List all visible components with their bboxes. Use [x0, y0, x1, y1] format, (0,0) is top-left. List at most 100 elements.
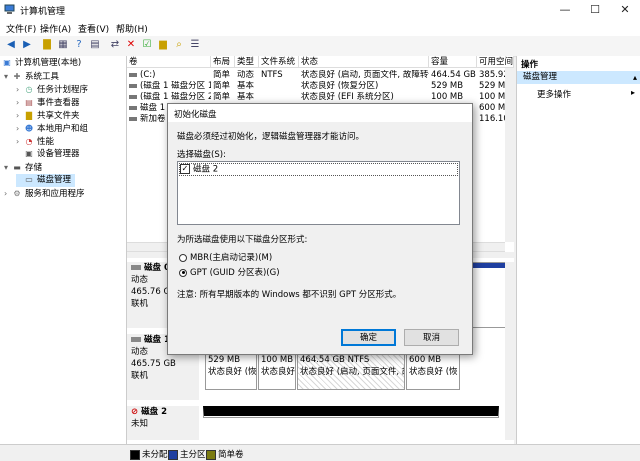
volume-icon [129, 106, 137, 110]
volume-row[interactable]: (C:) 简单 动态 NTFS 状态良好 (启动, 页面文件, 故障转储) 464.54 … [127, 70, 514, 81]
mbr-option[interactable]: MBR(主启动记录)(M) [179, 251, 272, 263]
mbr-radio[interactable] [179, 253, 187, 262]
checklist-icon[interactable]: ☑ [140, 38, 154, 52]
error-icon: ⊘ [131, 407, 139, 417]
volume-cell: NTFS [261, 70, 283, 80]
volume-cell: 简单 [213, 70, 231, 80]
tree-item-system-tools[interactable]: ▾ ✚ 系统工具 [4, 70, 59, 83]
volume-cell: 基本 [237, 92, 255, 102]
disk-icon: ▭ [25, 175, 33, 184]
disk-checkbox[interactable]: ✓ [180, 164, 190, 174]
navigation-tree: ▣ 计算机管理(本地) ▾ ✚ 系统工具 › ◷ 任务计划程序 › ▤ 事件查看器 › ▇ 共享文… [0, 56, 127, 444]
col-capacity[interactable]: 容量 [429, 56, 477, 68]
volume-cell: 简单 [213, 92, 231, 102]
volume-cell: 529 MB [431, 81, 464, 91]
disk-listbox[interactable]: ✓ 磁盘 2 [177, 161, 460, 225]
legend-bar: 未分配 主分区 简单卷 [0, 444, 640, 461]
col-free-space[interactable]: 可用空间 [477, 56, 514, 68]
volume-cell: 基本 [237, 81, 255, 91]
collapse-icon: ▴ [632, 73, 637, 82]
title-bar: 计算机管理 — ☐ ✕ [0, 0, 640, 20]
volume-icon [129, 95, 137, 99]
tree-item-services-apps[interactable]: › ⚙ 服务和应用程序 [4, 187, 85, 200]
col-status[interactable]: 状态 [299, 56, 429, 68]
delete-icon[interactable]: ✕ [124, 38, 138, 52]
tree-item-disk-management[interactable]: ▭ 磁盘管理 [16, 174, 76, 187]
connect-icon[interactable]: ⇄ [108, 38, 122, 52]
disk-2-info[interactable]: ⊘ 磁盘 2 未知 [127, 406, 199, 440]
storage-icon: ▬ [13, 163, 21, 172]
users-icon: ☻ [24, 124, 34, 133]
col-volume[interactable]: 卷 [127, 56, 211, 68]
volume-cell: 状态良好 (EFI 系统分区) [301, 92, 394, 102]
window-title: 计算机管理 [20, 7, 66, 17]
open-icon[interactable]: ▆ [156, 38, 170, 52]
more-actions[interactable]: 更多操作 ▸ [537, 88, 637, 100]
ok-button[interactable]: 确定 [341, 329, 396, 346]
col-layout[interactable]: 布局 [211, 56, 235, 68]
partition-style-label: 为所选磁盘使用以下磁盘分区形式: [177, 235, 308, 245]
menu-view[interactable]: 查看(V) [78, 22, 109, 35]
menu-action[interactable]: 操作(A) [40, 22, 71, 35]
col-type[interactable]: 类型 [235, 56, 259, 68]
volume-row[interactable]: (磁盘 1 磁盘分区 1) 简单 基本 状态良好 (恢复分区) 529 MB 529 MB [127, 81, 511, 92]
gpt-radio[interactable] [179, 268, 187, 277]
volume-cell: (磁盘 1 磁盘分区 1) [140, 81, 211, 91]
volume-cell: 状态良好 (恢复分区) [301, 81, 379, 91]
minimize-button[interactable]: — [550, 0, 580, 20]
volume-icon [129, 117, 137, 121]
close-button[interactable]: ✕ [610, 0, 640, 20]
volume-cell: 100 MB [431, 92, 464, 102]
computer-icon: ▣ [3, 58, 11, 67]
actions-header: 操作 [521, 60, 539, 70]
tree-item-shared-folders[interactable]: › ▇ 共享文件夹 [16, 109, 80, 122]
disk-icon [131, 265, 141, 270]
forward-icon[interactable]: ▶ [20, 38, 34, 52]
legend-swatch [130, 449, 140, 460]
performance-icon: ◔ [25, 137, 33, 146]
legend-primary: 主分区 [168, 448, 206, 460]
tree-item-computer-management[interactable]: ▣ 计算机管理(本地) [2, 57, 81, 70]
col-filesystem[interactable]: 文件系统 [259, 56, 299, 68]
disk-icon [131, 337, 141, 342]
search-folder-icon[interactable]: ⌕ [172, 38, 186, 52]
volume-cell: (C:) [140, 70, 156, 80]
shared-folder-icon: ▇ [25, 111, 33, 120]
volume-row[interactable]: (磁盘 1 磁盘分区 2) 简单 基本 状态良好 (EFI 系统分区) 100 MB 10… [127, 92, 511, 103]
dialog-title-bar: 初始化磁盘 [168, 104, 472, 122]
legend-swatch [206, 449, 216, 460]
disk-2-unallocated[interactable] [203, 406, 499, 418]
tree-item-local-users[interactable]: › ☻ 本地用户和组 [16, 122, 88, 135]
tree-item-event-viewer[interactable]: › ▤ 事件查看器 [16, 96, 80, 109]
volume-list-scrollbar[interactable] [505, 68, 514, 242]
dialog-intro: 磁盘必须经过初始化，逻辑磁盘管理器才能访问。 [177, 132, 365, 142]
vertical-scrollbar[interactable] [505, 262, 514, 440]
actions-pane: 操作 磁盘管理 ▴ 更多操作 ▸ [516, 56, 640, 444]
menu-bar: 文件(F) 操作(A) 查看(V) 帮助(H) [0, 20, 640, 36]
cancel-button[interactable]: 取消 [404, 329, 459, 346]
tree-item-task-scheduler[interactable]: › ◷ 任务计划程序 [16, 83, 88, 96]
volume-cell: 状态良好 (启动, 页面文件, 故障转储) [301, 70, 429, 80]
tree-item-device-manager[interactable]: ▣ 设备管理器 [16, 148, 79, 161]
toolbar: ◀ ▶ ▇ ▦ ? ▤ ⇄ ✕ ☑ ▆ ⌕ ☰ [0, 36, 640, 57]
event-viewer-icon: ▤ [25, 98, 33, 107]
initialize-disk-dialog: 初始化磁盘 磁盘必须经过初始化，逻辑磁盘管理器才能访问。 选择磁盘(S): ✓ 磁… [167, 103, 473, 355]
gpt-option[interactable]: GPT (GUID 分区表)(G) [179, 266, 280, 278]
properties-icon[interactable]: ▤ [88, 38, 102, 52]
help-icon[interactable]: ? [72, 38, 86, 52]
folder-icon[interactable]: ▇ [40, 38, 54, 52]
maximize-button[interactable]: ☐ [580, 0, 610, 20]
list-view-icon[interactable]: ☰ [188, 38, 202, 52]
console-tree-icon[interactable]: ▦ [56, 38, 70, 52]
back-icon[interactable]: ◀ [4, 38, 18, 52]
volume-icon [129, 73, 137, 77]
menu-help[interactable]: 帮助(H) [116, 22, 148, 35]
legend-unallocated: 未分配 [130, 448, 168, 460]
tree-item-storage[interactable]: ▾ ▬ 存储 [4, 161, 42, 174]
disk-list-item[interactable]: ✓ 磁盘 2 [179, 163, 458, 176]
tools-icon: ✚ [13, 72, 21, 81]
tree-item-performance[interactable]: › ◔ 性能 [16, 135, 54, 148]
actions-section[interactable]: 磁盘管理 ▴ [517, 71, 640, 84]
select-disk-label: 选择磁盘(S): [177, 150, 226, 160]
menu-file[interactable]: 文件(F) [6, 22, 36, 35]
